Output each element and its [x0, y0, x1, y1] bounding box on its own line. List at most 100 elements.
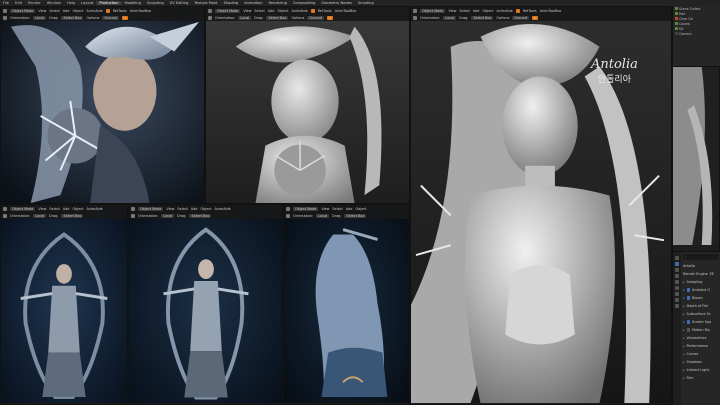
- menu-view[interactable]: View: [321, 207, 329, 211]
- menu-select[interactable]: Select: [459, 9, 469, 13]
- menu-object[interactable]: Object: [72, 9, 83, 13]
- render-tab-icon[interactable]: [675, 262, 679, 266]
- tab-texture-paint[interactable]: Texture Paint: [191, 1, 220, 5]
- tab-modeling[interactable]: Modeling: [122, 1, 144, 5]
- tab-sculpting[interactable]: Sculpting: [144, 1, 167, 5]
- addon-animaide[interactable]: AnimAide: [497, 9, 513, 13]
- drag-select[interactable]: Select Box: [266, 15, 289, 20]
- menu-view[interactable]: View: [38, 9, 46, 13]
- section-ambient-occlusion[interactable]: ▸ Ambient O: [682, 286, 720, 294]
- transform-icon[interactable]: [131, 213, 135, 218]
- section-checkbox[interactable]: [686, 296, 691, 300]
- viewport-full-side[interactable]: Object Mode View Select Add Object AnimA…: [128, 204, 283, 405]
- mode-select[interactable]: Object Mode: [215, 8, 241, 13]
- collection-checkbox[interactable]: [675, 27, 678, 30]
- menu-select[interactable]: Select: [49, 9, 59, 13]
- menu-edit[interactable]: Edit: [12, 1, 25, 5]
- addon-rettools[interactable]: RetTools: [113, 9, 127, 13]
- keyframe-icon[interactable]: [105, 8, 110, 13]
- editor-type-icon[interactable]: [413, 8, 417, 13]
- section-motion-blur[interactable]: ▸ Motion Blu: [682, 326, 720, 334]
- tab-uv-editing[interactable]: UV Editing: [167, 1, 192, 5]
- section-volumetrics[interactable]: ▸ Volumetrics: [682, 334, 720, 342]
- collection-checkbox[interactable]: [675, 7, 678, 10]
- section-sampling[interactable]: ▸ Sampling: [682, 278, 720, 286]
- scene-tab-icon[interactable]: [675, 280, 679, 284]
- keyframe-icon[interactable]: [515, 8, 520, 13]
- menu-select[interactable]: Select: [254, 9, 264, 13]
- modifier-tab-icon[interactable]: [675, 298, 679, 302]
- section-depth-of-field[interactable]: ▸ Depth of Fiel: [682, 302, 720, 310]
- tab-shading[interactable]: Shading: [221, 1, 242, 5]
- material-tab-icon[interactable]: [675, 304, 679, 308]
- mode-select[interactable]: Object Mode: [10, 8, 36, 13]
- pivot-select[interactable]: Ground: [102, 15, 119, 20]
- orientation-select[interactable]: Local: [238, 15, 252, 20]
- snap-toggle[interactable]: ⌁: [531, 15, 538, 20]
- output-tab-icon[interactable]: [675, 268, 679, 272]
- tab-rendering[interactable]: Rendering: [266, 1, 290, 5]
- properties-search-input[interactable]: ⌕: [683, 254, 719, 260]
- tab-geometry-nodes[interactable]: Geometry Nodes: [318, 1, 354, 5]
- menu-add[interactable]: Add: [63, 207, 70, 211]
- menu-view[interactable]: View: [448, 9, 456, 13]
- options-button[interactable]: Options: [496, 16, 509, 20]
- menu-add[interactable]: Add: [191, 207, 198, 211]
- viewport-full-front[interactable]: Object Mode View Select Add Object AnimA…: [0, 204, 128, 405]
- addon-animtoolbox[interactable]: AnimToolBox: [540, 9, 562, 13]
- collection-checkbox[interactable]: [675, 12, 678, 15]
- menu-add[interactable]: Add: [346, 207, 353, 211]
- addon-animaide[interactable]: AnimAide: [292, 9, 308, 13]
- section-film[interactable]: ▸ Film: [682, 374, 720, 382]
- editor-type-icon[interactable]: [3, 8, 7, 13]
- tab-production[interactable]: Production: [96, 1, 122, 5]
- orientation-select[interactable]: Local: [161, 213, 175, 218]
- menu-select[interactable]: Select: [177, 207, 187, 211]
- section-checkbox[interactable]: [686, 288, 691, 292]
- viewport-render-closeup[interactable]: Object Mode View Select Add Object AnimA…: [0, 6, 205, 204]
- addon-rettools[interactable]: RetTools: [318, 9, 332, 13]
- mode-select[interactable]: Object Mode: [10, 206, 36, 211]
- transform-icon[interactable]: [3, 213, 7, 218]
- pivot-select[interactable]: Ground: [512, 15, 529, 20]
- menu-object[interactable]: Object: [72, 207, 83, 211]
- section-screen-space[interactable]: ▸ Screen Spa: [682, 318, 720, 326]
- addon-rettools[interactable]: RetTools: [523, 9, 537, 13]
- pivot-select[interactable]: Ground: [307, 15, 324, 20]
- mode-select[interactable]: Object Mode: [420, 8, 446, 13]
- keyframe-icon[interactable]: [310, 8, 315, 13]
- mode-select[interactable]: Object Mode: [138, 206, 164, 211]
- mode-select[interactable]: Object Mode: [293, 206, 319, 211]
- transform-icon[interactable]: [413, 15, 417, 20]
- section-curves[interactable]: ▸ Curves: [682, 350, 720, 358]
- editor-type-icon[interactable]: [286, 206, 290, 211]
- viewport-solid-closeup[interactable]: Object Mode View Select Add Object AnimA…: [205, 6, 410, 204]
- menu-window[interactable]: Window: [44, 1, 64, 5]
- viewport-side-strip[interactable]: [672, 66, 720, 252]
- menu-view[interactable]: View: [38, 207, 46, 211]
- orientation-select[interactable]: Local: [316, 213, 330, 218]
- section-shadows[interactable]: ▸ Shadows: [682, 358, 720, 366]
- transform-icon[interactable]: [286, 213, 290, 218]
- world-tab-icon[interactable]: [675, 286, 679, 290]
- editor-type-icon[interactable]: [131, 206, 135, 211]
- options-button[interactable]: Options: [291, 16, 304, 20]
- transform-icon[interactable]: [208, 15, 212, 20]
- options-button[interactable]: Options: [86, 16, 99, 20]
- drag-select[interactable]: Select Box: [61, 213, 84, 218]
- viewport-main-solid[interactable]: Antolia 안톨리아 Object Mode View Select Add…: [410, 6, 672, 405]
- outliner-row[interactable]: Camera: [673, 31, 720, 36]
- collection-checkbox[interactable]: [675, 32, 678, 35]
- tool-tab-icon[interactable]: [675, 256, 679, 260]
- menu-add[interactable]: Add: [268, 9, 275, 13]
- tab-animation[interactable]: Animation: [241, 1, 265, 5]
- menu-render[interactable]: Render: [25, 1, 44, 5]
- editor-type-icon[interactable]: [3, 206, 7, 211]
- section-performance[interactable]: ▸ Performance: [682, 342, 720, 350]
- object-tab-icon[interactable]: [675, 292, 679, 296]
- tab-scripting[interactable]: Scripting: [355, 1, 377, 5]
- render-engine-value[interactable]: EE: [710, 272, 714, 276]
- section-indirect-lighting[interactable]: ▸ Indirect Light: [682, 366, 720, 374]
- orientation-select[interactable]: Local: [33, 213, 47, 218]
- menu-select[interactable]: Select: [49, 207, 59, 211]
